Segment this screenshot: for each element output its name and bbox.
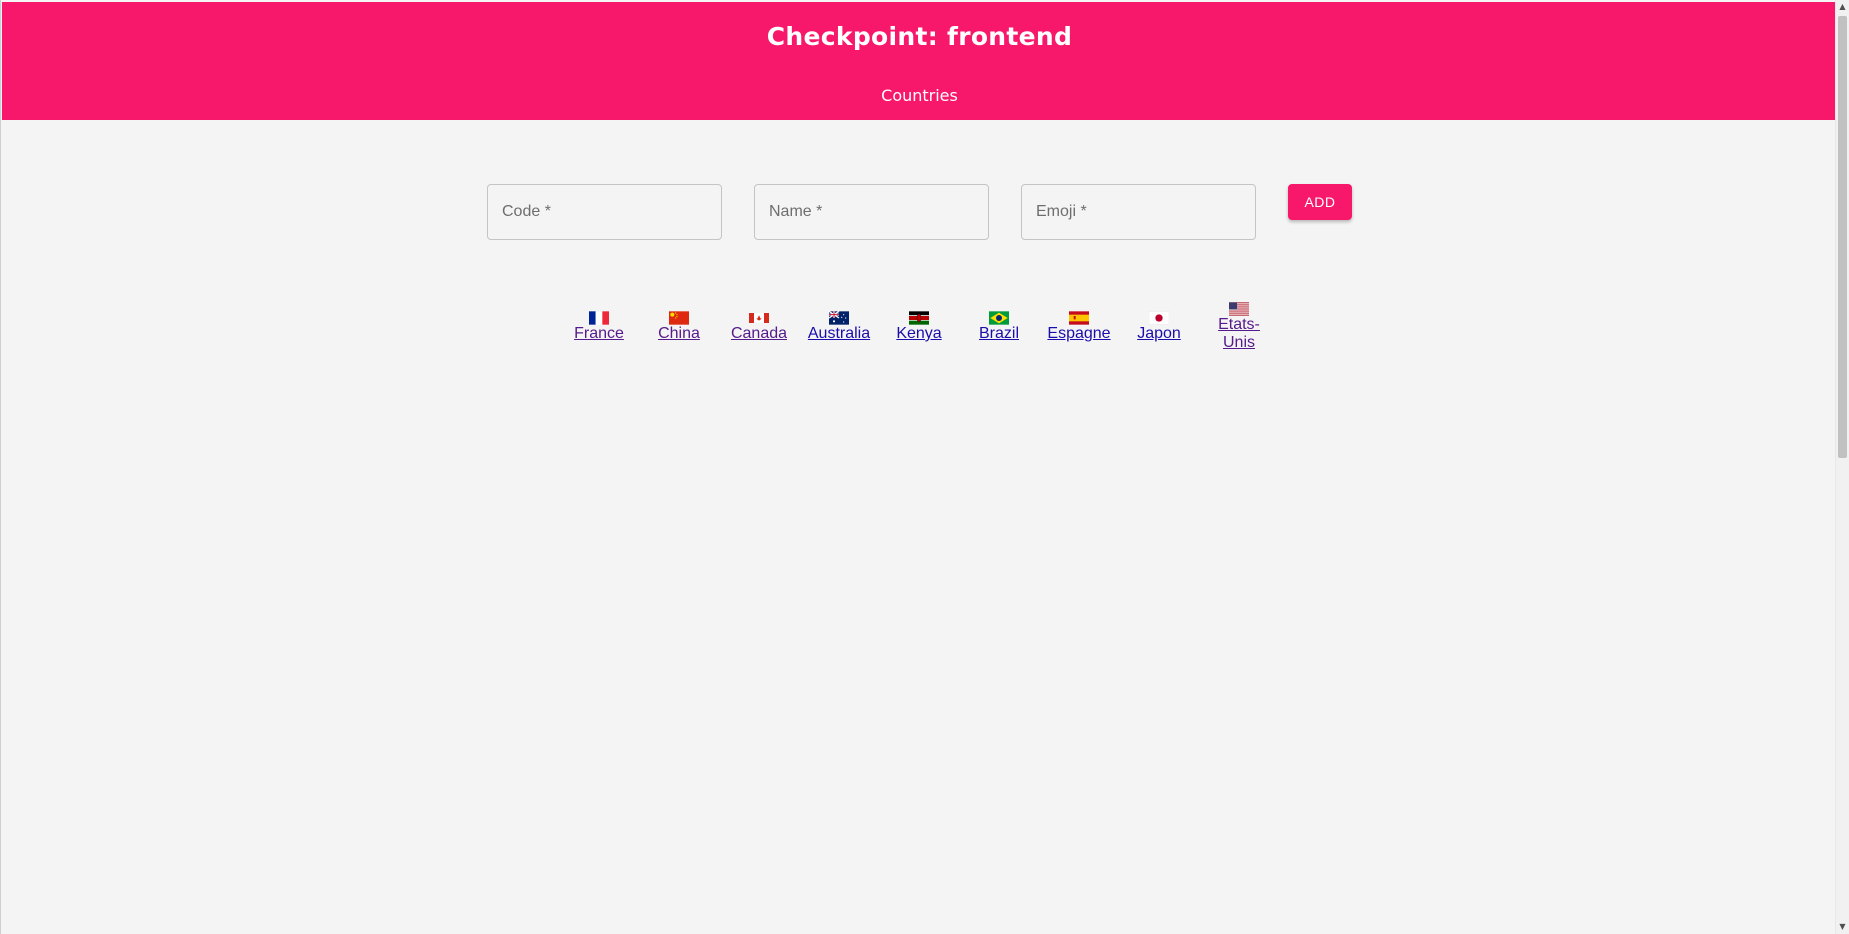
country-link-espagne[interactable]: Espagne bbox=[1039, 308, 1119, 343]
nav-link-countries[interactable]: Countries bbox=[2, 86, 1837, 105]
country-name: France bbox=[574, 325, 624, 342]
flag-jp-icon bbox=[1149, 311, 1169, 325]
page: Checkpoint: frontend Countries ADD Franc… bbox=[0, 0, 1849, 934]
country-link-etats-unis[interactable]: Etats-Unis bbox=[1199, 302, 1279, 352]
country-name: Kenya bbox=[896, 325, 942, 342]
emoji-input[interactable] bbox=[1022, 185, 1255, 239]
country-link-japon[interactable]: Japon bbox=[1119, 308, 1199, 343]
vertical-scrollbar[interactable]: ▲ ▼ bbox=[1835, 0, 1849, 934]
code-input[interactable] bbox=[488, 185, 721, 239]
country-list: France China Canada Australia Kenya Braz… bbox=[559, 302, 1279, 368]
flag-fr-icon bbox=[589, 311, 609, 325]
flag-us-icon bbox=[1229, 302, 1249, 316]
country-link-kenya[interactable]: Kenya bbox=[879, 308, 959, 343]
country-name: Espagne bbox=[1047, 325, 1111, 342]
app-title: Checkpoint: frontend bbox=[766, 22, 1073, 51]
country-name: Australia bbox=[807, 325, 871, 342]
flag-ke-icon bbox=[909, 311, 929, 325]
country-link-canada[interactable]: Canada bbox=[719, 308, 799, 343]
code-field[interactable] bbox=[487, 184, 722, 240]
flag-es-icon bbox=[1069, 311, 1089, 325]
country-name: Brazil bbox=[978, 325, 1019, 342]
scroll-up-arrow-icon[interactable]: ▲ bbox=[1836, 0, 1849, 14]
country-link-australia[interactable]: Australia bbox=[799, 308, 879, 343]
country-name: Etats-Unis bbox=[1218, 316, 1260, 351]
country-name: Japon bbox=[1137, 325, 1181, 342]
country-link-china[interactable]: China bbox=[639, 308, 719, 343]
scroll-down-arrow-icon[interactable]: ▼ bbox=[1836, 920, 1849, 934]
name-input[interactable] bbox=[755, 185, 988, 239]
country-link-france[interactable]: France bbox=[559, 308, 639, 343]
emoji-field[interactable] bbox=[1021, 184, 1256, 240]
country-name: Canada bbox=[730, 325, 788, 342]
country-link-brazil[interactable]: Brazil bbox=[959, 308, 1039, 343]
flag-br-icon bbox=[989, 311, 1009, 325]
flag-ca-icon bbox=[749, 313, 769, 323]
country-name: China bbox=[658, 325, 700, 342]
app-header: Checkpoint: frontend Countries bbox=[2, 2, 1837, 120]
name-field[interactable] bbox=[754, 184, 989, 240]
add-button[interactable]: ADD bbox=[1288, 184, 1352, 220]
scrollbar-thumb[interactable] bbox=[1838, 16, 1847, 458]
flag-cn-icon bbox=[669, 311, 689, 325]
flag-au-icon bbox=[829, 311, 849, 325]
